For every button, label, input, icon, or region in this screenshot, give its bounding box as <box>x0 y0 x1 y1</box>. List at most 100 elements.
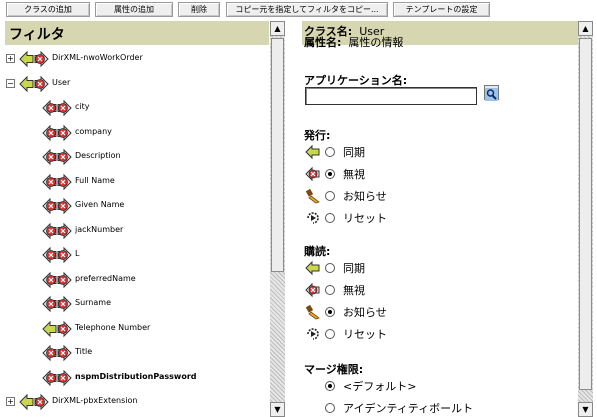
scroll-down-arrow[interactable]: ▼ <box>270 402 285 417</box>
ignore-ignore-filter-icon <box>42 173 72 190</box>
radio-button[interactable] <box>325 329 335 339</box>
tree-node-label: Given Name <box>75 200 125 209</box>
subscribe-option-0[interactable]: 同期 <box>305 258 545 278</box>
filter-header: フィルタ <box>5 21 269 45</box>
tree-node[interactable]: Full Name <box>42 172 269 192</box>
ignore-ignore-filter-icon <box>42 148 72 166</box>
tree-node-label: DirXML-pbxExtension <box>52 396 138 405</box>
ignore-ignore-filter-icon <box>42 344 72 362</box>
option-label: アイデンティティボールト <box>343 402 474 415</box>
option-icon <box>305 188 321 204</box>
tree-node-label: preferredName <box>75 273 136 283</box>
copy-filter-button[interactable]: コピー元を指定してフィルタをコピー... <box>226 2 388 17</box>
radio-button[interactable] <box>325 285 335 295</box>
details-scrollbar[interactable]: ▲ ▼ <box>578 21 593 417</box>
option-label: お知らせ <box>343 190 387 203</box>
tree-node[interactable]: + DirXML-pbxExtension <box>5 392 269 412</box>
ignore-ignore-filter-icon <box>42 369 72 386</box>
subscribe-option-3[interactable]: リセット <box>305 324 545 344</box>
ignore-ignore-filter-icon <box>42 222 72 239</box>
filter-icon <box>19 75 49 93</box>
option-label: お知らせ <box>343 306 387 319</box>
sync-ignore-filter-icon <box>42 320 72 337</box>
option-label: リセット <box>343 212 387 225</box>
add-attribute-button[interactable]: 属性の追加 <box>95 2 173 17</box>
scroll-down-arrow[interactable]: ▼ <box>578 402 593 417</box>
ignore-ignore-filter-icon <box>42 246 72 264</box>
merge-title: マージ権限: <box>304 363 364 376</box>
filter-icon <box>19 50 49 68</box>
app-name-input[interactable] <box>305 87 477 105</box>
tree-node-label: L <box>75 249 80 258</box>
filter-icon <box>42 320 72 338</box>
tree-node-label: Title <box>75 347 93 356</box>
tree-node[interactable]: nspmDistributionPassword <box>42 368 269 388</box>
sync-ignore-filter-icon <box>19 75 49 92</box>
tree-node-label: jackNumber <box>75 224 124 234</box>
toolbar: クラスの追加 属性の追加 削除 コピー元を指定してフィルタをコピー... テンプ… <box>0 0 597 20</box>
details-panel: クラス名: User 属性名: 属性の情報 アプリケーション名: 発行: 同期無… <box>302 21 597 417</box>
publish-option-0[interactable]: 同期 <box>305 142 545 162</box>
scroll-up-arrow[interactable]: ▲ <box>270 21 285 36</box>
merge-option-0[interactable]: <デフォルト> <box>305 376 545 396</box>
option-label: 無視 <box>343 168 365 181</box>
option-icon <box>305 326 321 342</box>
delete-button[interactable]: 削除 <box>178 2 220 17</box>
tree-node[interactable]: jackNumber <box>42 221 269 241</box>
scroll-thumb[interactable] <box>579 38 592 390</box>
app-name-label: アプリケーション名: <box>304 74 408 87</box>
radio-button[interactable] <box>325 403 335 413</box>
subscribe-option-1[interactable]: 無視 <box>305 280 545 300</box>
radio-button[interactable] <box>325 381 335 391</box>
scroll-thumb[interactable] <box>271 38 284 272</box>
tree-node-label: User <box>52 77 71 87</box>
ignore-ignore-filter-icon <box>42 271 72 288</box>
ignore-ignore-filter-icon <box>42 197 72 215</box>
tree-node[interactable]: L <box>42 245 269 265</box>
ignore-ignore-filter-icon <box>42 295 72 313</box>
sync-ignore-filter-icon <box>19 393 49 411</box>
radio-button[interactable] <box>325 147 335 157</box>
expand-icon[interactable]: + <box>6 397 15 406</box>
tree-node[interactable]: company <box>42 123 269 143</box>
expand-icon[interactable]: + <box>6 54 15 63</box>
tree-node[interactable]: + DirXML-nwoWorkOrder <box>5 49 269 69</box>
filter-scrollbar[interactable]: ▲ ▼ <box>270 21 285 417</box>
radio-button[interactable] <box>325 213 335 223</box>
tree-node[interactable]: Telephone Number <box>42 319 269 339</box>
search-button[interactable] <box>484 85 499 101</box>
publish-option-2[interactable]: お知らせ <box>305 186 545 206</box>
merge-option-1[interactable]: アイデンティティボールト <box>305 398 545 417</box>
publish-option-3[interactable]: リセット <box>305 208 545 228</box>
template-settings-button[interactable]: テンプレートの設定 <box>393 2 490 17</box>
tree-node[interactable]: − User <box>5 74 269 94</box>
tree-node[interactable]: Given Name <box>42 196 269 216</box>
radio-button[interactable] <box>325 307 335 317</box>
filter-icon <box>42 344 72 362</box>
tree-node[interactable]: Description <box>42 147 269 167</box>
filter-icon <box>42 295 72 313</box>
radio-button[interactable] <box>325 191 335 201</box>
option-icon <box>305 282 321 298</box>
publish-option-1[interactable]: 無視 <box>305 164 545 184</box>
subscribe-option-2[interactable]: お知らせ <box>305 302 545 322</box>
filter-icon <box>42 271 72 289</box>
tree-node[interactable]: preferredName <box>42 270 269 290</box>
tree-node-label: Full Name <box>75 175 115 185</box>
ignore-ignore-filter-icon <box>42 124 72 141</box>
filter-icon <box>42 222 72 240</box>
option-icon <box>305 210 321 226</box>
tree-node[interactable]: Surname <box>42 294 269 314</box>
collapse-icon[interactable]: − <box>6 78 15 88</box>
filter-title: フィルタ <box>9 27 65 43</box>
tree-node-label: Description <box>75 151 121 160</box>
scroll-up-arrow[interactable]: ▲ <box>578 21 593 36</box>
tree-node[interactable]: city <box>42 98 269 118</box>
add-class-button[interactable]: クラスの追加 <box>6 2 90 17</box>
radio-button[interactable] <box>325 263 335 273</box>
tree-node[interactable]: Title <box>42 343 269 363</box>
reset-icon <box>307 212 319 224</box>
option-label: 同期 <box>343 146 365 159</box>
radio-button[interactable] <box>325 169 335 179</box>
notify-icon <box>305 304 320 320</box>
